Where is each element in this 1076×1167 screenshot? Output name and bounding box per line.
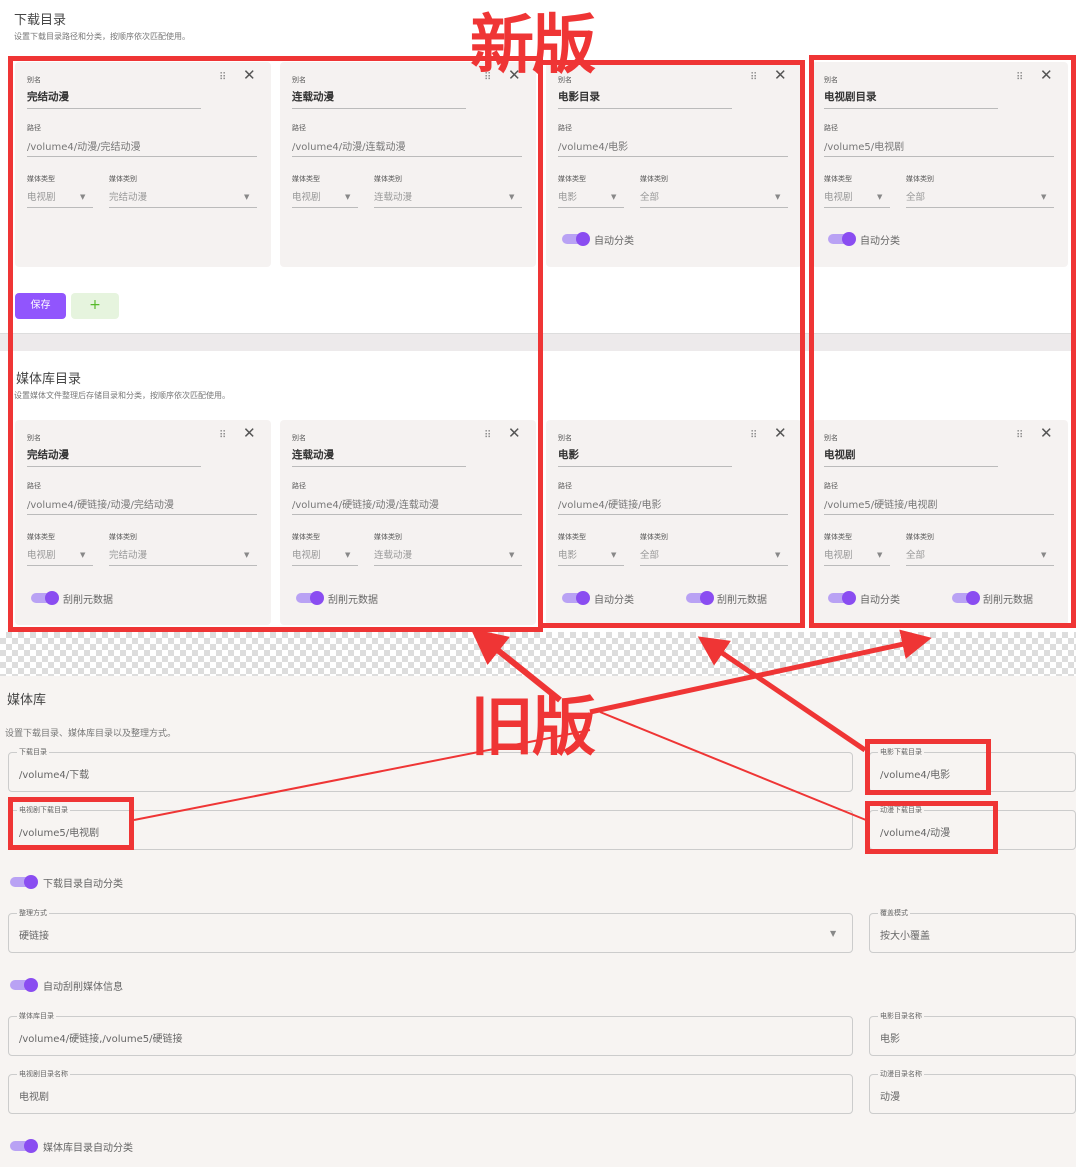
annotation-new-label: 新版: [470, 9, 596, 83]
annotation-arrow: [589, 629, 932, 715]
annotation-arrows: [133, 628, 932, 821]
annotation-line: [599, 711, 867, 821]
annotation-old-label: 旧版: [470, 691, 596, 765]
